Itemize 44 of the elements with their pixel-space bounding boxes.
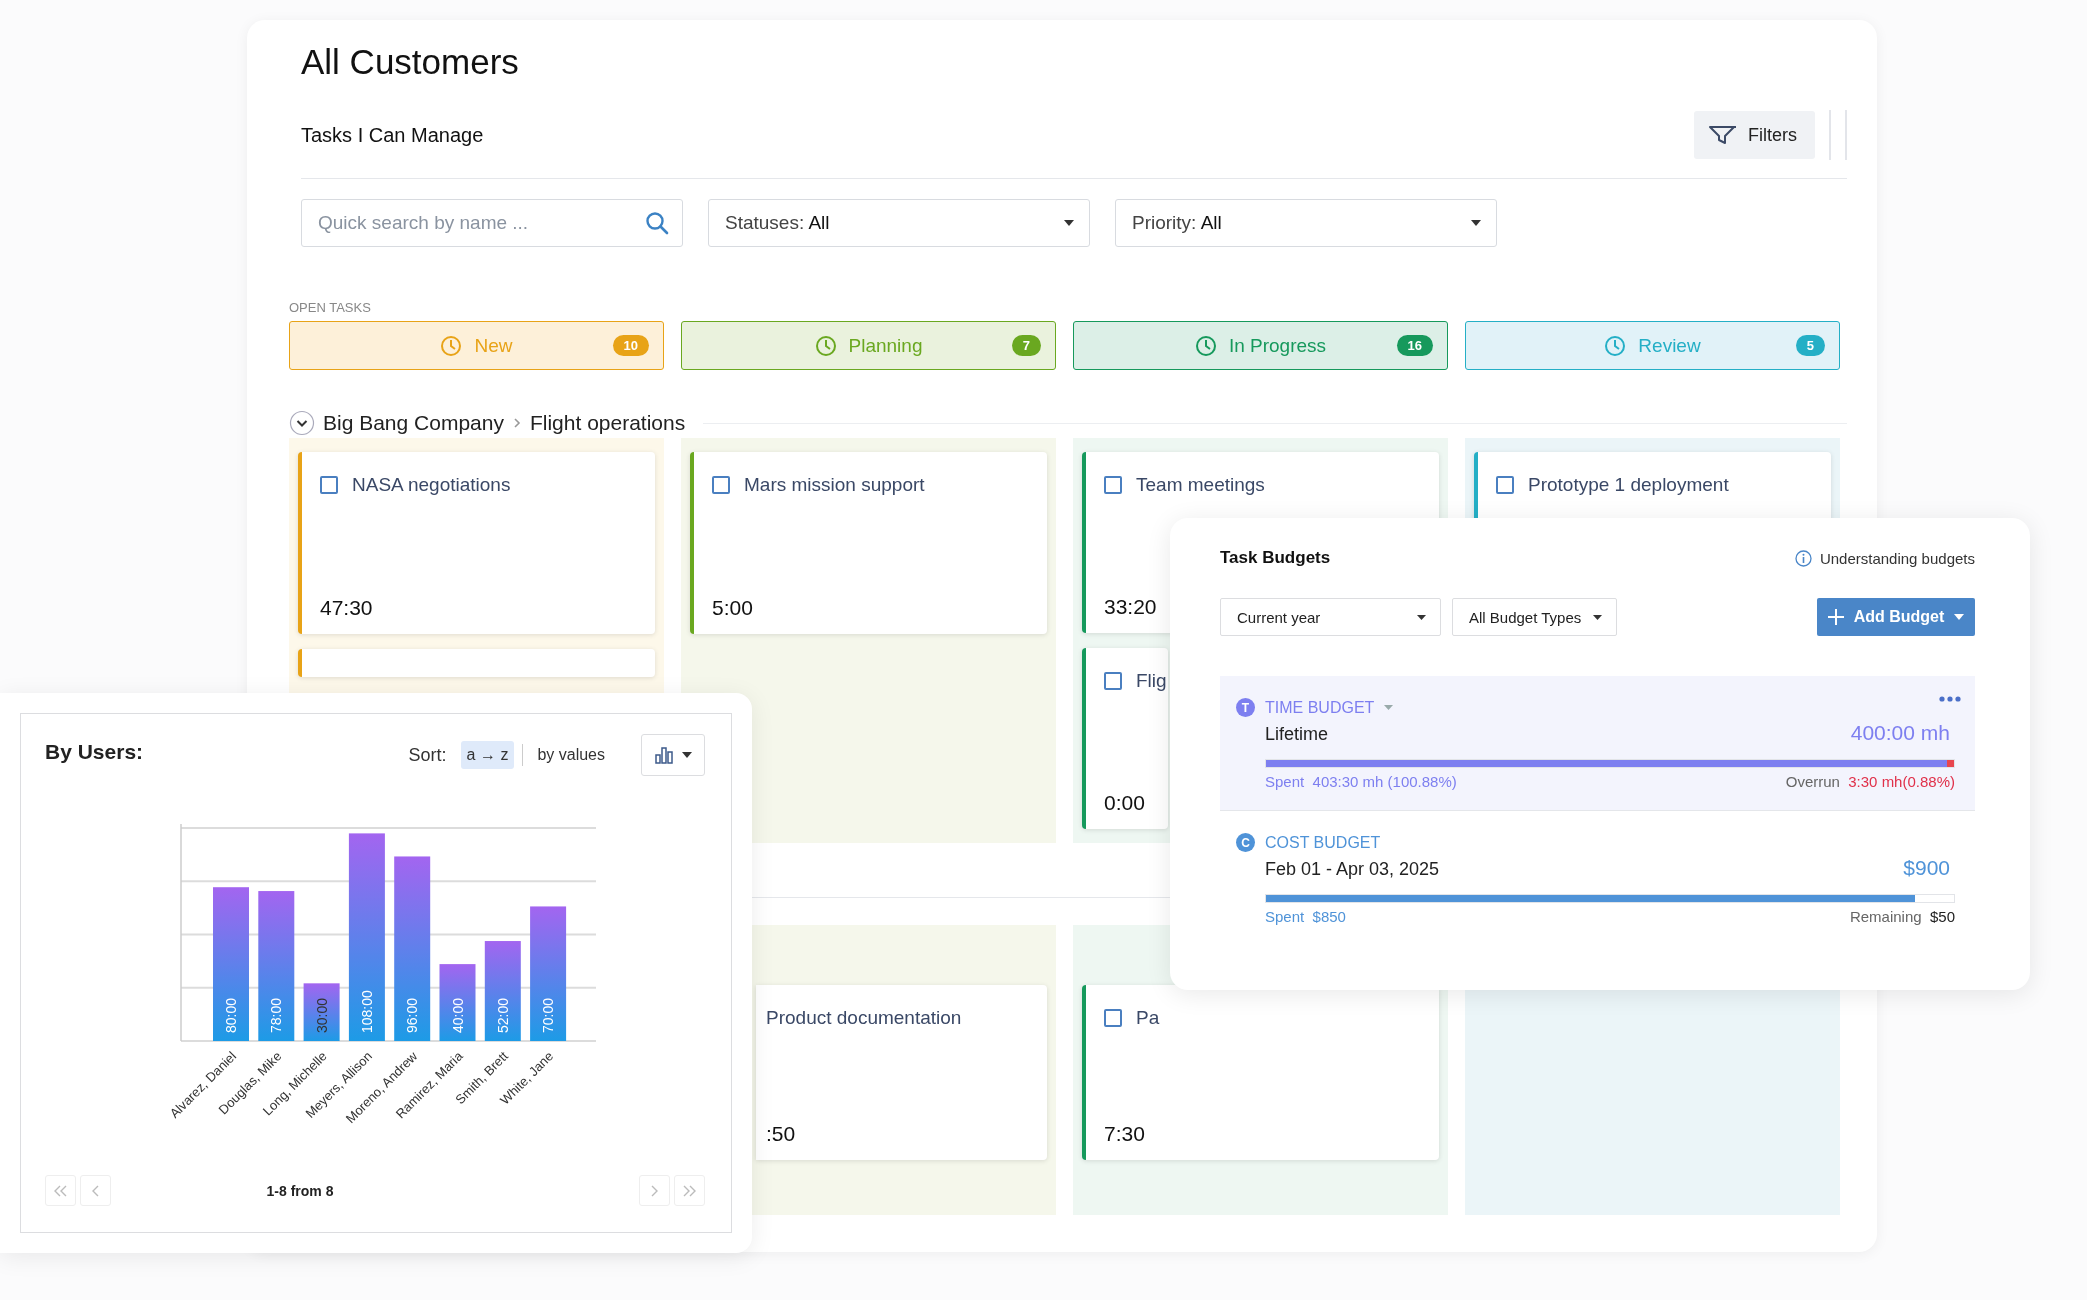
view-title: Tasks I Can Manage [301, 123, 484, 147]
task-title: Prototype 1 deployment [1528, 474, 1729, 496]
budget-period: Lifetime [1265, 724, 1329, 745]
task-time: :50 [766, 1122, 796, 1146]
task-time: 0:00 [1104, 791, 1145, 815]
count-badge: 7 [1011, 335, 1041, 356]
bar-value-label: 80:00 [223, 997, 239, 1033]
panel-title: Task Budgets [1220, 548, 1331, 568]
task-title: NASA negotiations [352, 474, 511, 496]
panel-title: By Users: [45, 740, 144, 764]
budget-type-label: COST BUDGET [1265, 833, 1381, 852]
pagination-text: 1-8 from 8 [266, 1182, 334, 1199]
task-time: 47:30 [320, 596, 373, 620]
task-title: Mars mission support [744, 474, 925, 496]
task-title: Product documentation [766, 1007, 962, 1029]
count-badge: 10 [612, 335, 649, 356]
bar-value-label: 96:00 [404, 997, 421, 1033]
budget-period: Feb 01 - Apr 03, 2025 [1265, 859, 1440, 880]
budget-amount: 400:00 mh [1850, 721, 1950, 745]
budget-type-badge: C [1236, 833, 1255, 852]
task-time: 33:20 [1104, 595, 1157, 619]
bar-value-label: 52:00 [494, 997, 511, 1033]
remaining-amount: Overrun 3:30 mh(0.88%) [1785, 773, 1955, 790]
page-title: All Customers [301, 42, 520, 82]
bar-value-label: 40:00 [449, 997, 466, 1033]
task-title: Flig [1136, 670, 1167, 692]
budget-type-label: TIME BUDGET [1265, 698, 1375, 717]
bar-value-label: 30:00 [313, 997, 330, 1033]
task-time: 7:30 [1104, 1122, 1145, 1146]
spent-amount: Spent 403:30 mh (100.88%) [1265, 773, 1457, 790]
budget-amount: $900 [1903, 856, 1950, 880]
section-heading: OPEN TASKS [289, 300, 372, 315]
task-title: Team meetings [1136, 474, 1265, 496]
sort-label: Sort: [408, 744, 447, 766]
spent-amount: Spent $850 [1265, 908, 1346, 925]
count-badge: 16 [1396, 335, 1433, 356]
bar-value-label: 108:00 [358, 990, 375, 1033]
bar-value-label: 78:00 [268, 997, 285, 1033]
task-title: Pa [1136, 1007, 1160, 1029]
task-time: 5:00 [712, 596, 753, 620]
bar-value-label: 70:00 [540, 997, 557, 1033]
remaining-amount: Remaining $50 [1849, 908, 1955, 925]
budget-type-badge: T [1236, 698, 1255, 717]
count-badge: 5 [1795, 335, 1825, 356]
